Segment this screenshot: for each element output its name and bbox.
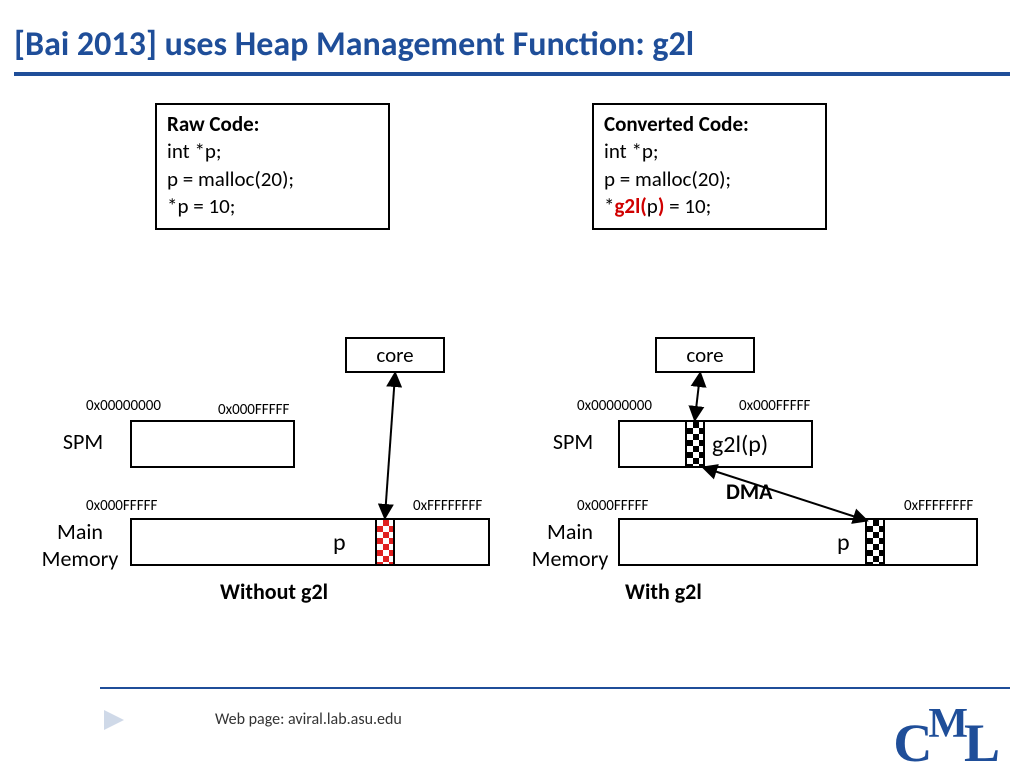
footer-webpage: Web page: aviral.lab.asu.edu: [215, 710, 402, 729]
p-label-right: p: [837, 528, 850, 557]
title-underline: [14, 72, 1010, 76]
raw-code-line: p = malloc(20);: [167, 166, 378, 193]
addr-spm-end-left: 0x000FFFFF: [218, 401, 289, 419]
spm-label-left: SPM: [48, 428, 118, 455]
addr-spm-start-left: 0x00000000: [86, 397, 161, 415]
converted-code-header: Converted Code:: [604, 111, 815, 138]
raw-code-header: Raw Code:: [167, 111, 378, 138]
main-memory-label-left: MainMemory: [35, 518, 125, 572]
block-p-left: [375, 520, 395, 564]
addr-main-end-left: 0xFFFFFFFF: [413, 497, 482, 515]
arrows-overlay: [0, 0, 1024, 768]
converted-code-box: Converted Code: int *p; p = malloc(20); …: [592, 103, 827, 230]
raw-code-line: *p = 10;: [167, 193, 378, 220]
spm-label-right: SPM: [538, 428, 608, 455]
converted-code-line: p = malloc(20);: [604, 166, 815, 193]
block-p-right: [865, 520, 885, 564]
core-box-left: core: [345, 337, 445, 373]
addr-main-start-right: 0x000FFFFF: [577, 497, 648, 515]
addr-main-start-left: 0x000FFFFF: [86, 497, 157, 515]
cml-logo: CML: [893, 698, 1008, 760]
main-memory-label-right: MainMemory: [525, 518, 615, 572]
caption-without-g2l: Without g2l: [220, 578, 328, 605]
addr-spm-end-right: 0x000FFFFF: [739, 397, 810, 415]
addr-main-end-right: 0xFFFFFFFF: [904, 497, 973, 515]
slide-title: [Bai 2013] uses Heap Management Function…: [14, 24, 694, 65]
block-g2lp: [685, 422, 705, 466]
converted-code-line: int *p;: [604, 138, 815, 165]
g2lp-label: g2l(p): [712, 430, 768, 459]
spm-box-left: [130, 420, 295, 468]
slide-nav-arrow-icon: [100, 706, 128, 739]
main-memory-box-right: [618, 518, 978, 566]
raw-code-line: int *p;: [167, 138, 378, 165]
caption-with-g2l: With g2l: [625, 578, 702, 605]
footer-divider: [100, 687, 1010, 689]
converted-code-line: *g2l(p) = 10;: [604, 193, 815, 220]
addr-spm-start-right: 0x00000000: [577, 397, 652, 415]
core-box-right: core: [655, 337, 755, 373]
dma-label: DMA: [726, 478, 772, 505]
main-memory-box-left: [130, 518, 490, 566]
raw-code-box: Raw Code: int *p; p = malloc(20); *p = 1…: [155, 103, 390, 230]
p-label-left: p: [333, 528, 346, 557]
